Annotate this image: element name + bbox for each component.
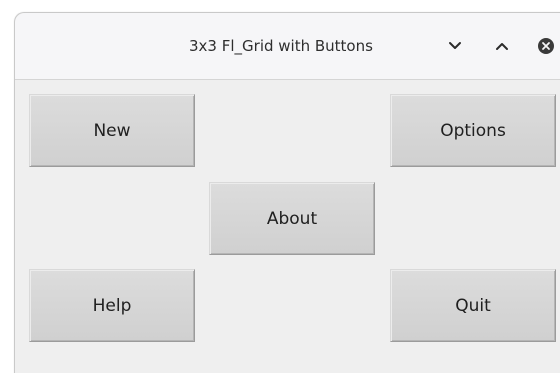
minimize-button[interactable] (443, 34, 467, 58)
close-icon (537, 37, 555, 55)
maximize-button[interactable] (490, 34, 514, 58)
options-button[interactable]: Options (390, 94, 556, 167)
grid-area: New Options About Help Quit (15, 80, 560, 373)
new-button[interactable]: New (29, 94, 195, 167)
quit-button[interactable]: Quit (390, 269, 556, 342)
chevron-down-icon (447, 38, 463, 54)
title-bar[interactable]: 3x3 Fl_Grid with Buttons (15, 13, 560, 80)
chevron-up-icon (494, 38, 510, 54)
help-button[interactable]: Help (29, 269, 195, 342)
close-button[interactable] (534, 34, 558, 58)
about-button[interactable]: About (209, 182, 375, 255)
app-window: 3x3 Fl_Grid with Buttons New Options Abo… (14, 12, 560, 373)
window-title: 3x3 Fl_Grid with Buttons (189, 37, 373, 55)
